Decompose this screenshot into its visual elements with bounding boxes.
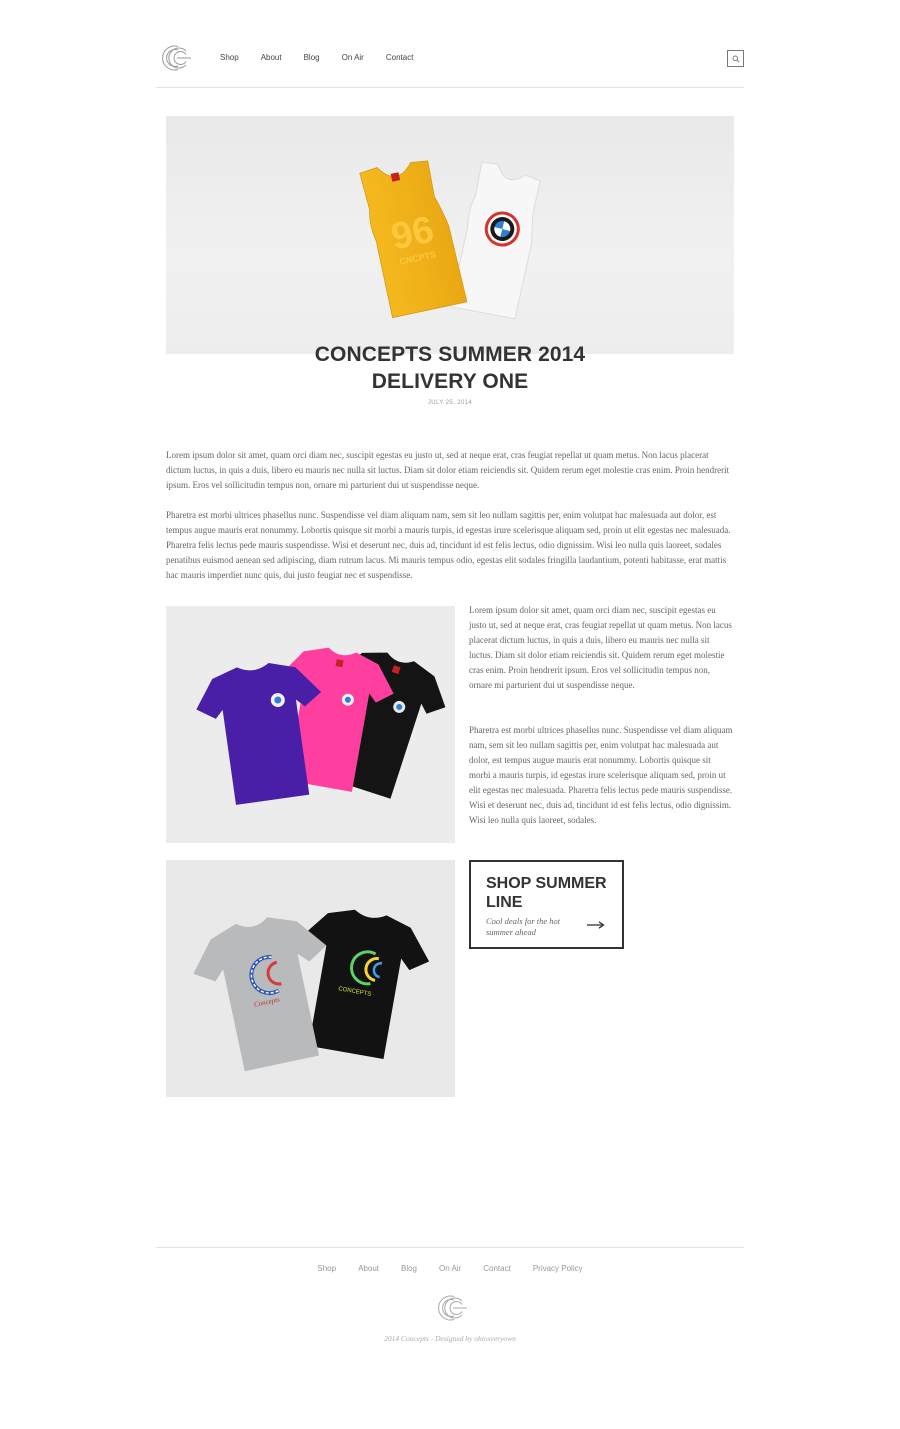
footer-nav-blog[interactable]: Blog <box>401 1264 417 1273</box>
three-tees-image <box>196 647 446 805</box>
post-title: CONCEPTS SUMMER 2014 DELIVERY ONE <box>166 341 734 395</box>
post-paragraph-2: Pharetra est morbi ultrices phasellus nu… <box>166 510 731 580</box>
yellow-tank-top: 96 CNCPTS <box>359 160 468 319</box>
post-title-line2: DELIVERY ONE <box>371 370 529 393</box>
tees-photo-1 <box>166 606 455 843</box>
nav-on-air[interactable]: On Air <box>342 53 364 62</box>
footer-nav-about[interactable]: About <box>358 1264 379 1273</box>
cta-subtitle: Cool deals for the hot summer ahead <box>486 916 561 937</box>
tank-tops-photo: 96 CNCPTS <box>359 160 541 320</box>
nav-blog[interactable]: Blog <box>304 53 320 62</box>
post-date: JULY 25, 2014 <box>427 400 473 406</box>
footer-credit: 2014 Concepts - Designed by ohiosveryown <box>384 1334 516 1343</box>
main-nav: Shop About Blog On Air Contact <box>220 53 435 62</box>
site-header: Shop About Blog On Air Contact <box>156 42 744 88</box>
search-icon <box>732 55 740 63</box>
tees-photo-2: CONCEPTS Concepts <box>166 860 455 1097</box>
hero-image: 96 CNCPTS <box>166 116 734 354</box>
cta-title-line1: SHOP SUMMER <box>486 875 607 892</box>
footer-nav-privacy-policy[interactable]: Privacy Policy <box>533 1264 583 1273</box>
cta-title: SHOP SUMMER LINE <box>486 874 607 912</box>
side-paragraph-1: Lorem ipsum dolor sit amet, quam orci di… <box>469 605 732 690</box>
footer-nav: Shop About Blog On Air Contact Privacy P… <box>0 1264 900 1273</box>
side-paragraph-2: Pharetra est morbi ultrices phasellus nu… <box>469 725 733 825</box>
shop-summer-line-cta[interactable]: SHOP SUMMER LINE Cool deals for the hot … <box>469 860 624 949</box>
footer-nav-on-air[interactable]: On Air <box>439 1264 461 1273</box>
concepts-logo-icon[interactable] <box>156 42 192 74</box>
cta-title-line2: LINE <box>486 894 523 911</box>
post-paragraph-1: Lorem ipsum dolor sit amet, quam orci di… <box>166 450 730 490</box>
footer-nav-contact[interactable]: Contact <box>483 1264 511 1273</box>
search-button[interactable] <box>727 50 744 67</box>
two-tees-image: CONCEPTS Concepts <box>193 909 430 1072</box>
footer-logo-icon[interactable] <box>432 1292 468 1324</box>
footer-nav-shop[interactable]: Shop <box>317 1264 336 1273</box>
post-title-line1: CONCEPTS SUMMER 2014 <box>314 343 586 366</box>
nav-contact[interactable]: Contact <box>386 53 414 62</box>
nav-about[interactable]: About <box>261 53 282 62</box>
arrow-right-icon <box>587 921 605 929</box>
footer-divider <box>156 1247 744 1248</box>
nav-shop[interactable]: Shop <box>220 53 239 62</box>
